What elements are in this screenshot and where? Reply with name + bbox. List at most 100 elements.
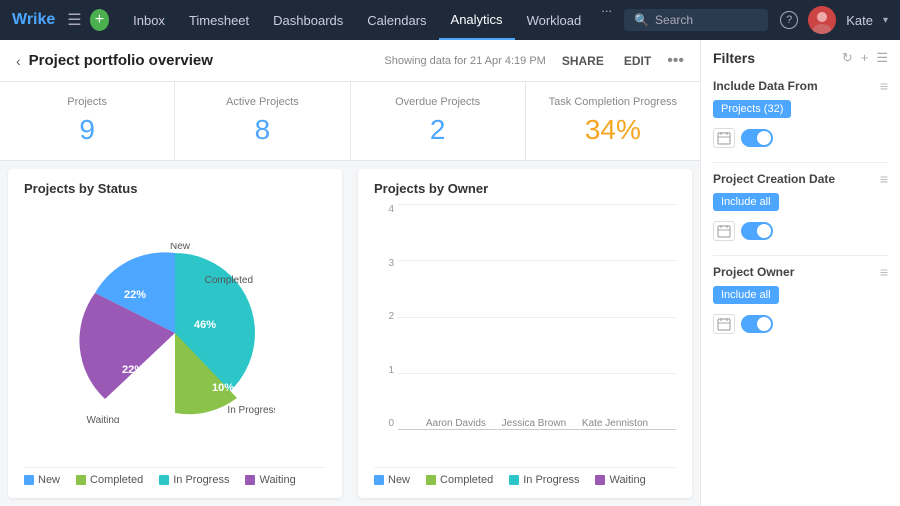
bar-chart-area: 4 3 2 1 0 [374,204,676,461]
filter-creation-tag[interactable]: Include all [713,193,779,211]
filter-creation-toggle[interactable] [741,222,773,240]
y-label-1: 1 [388,365,394,376]
username-label[interactable]: Kate [846,13,873,28]
stat-projects-label: Projects [16,96,158,108]
legend-item-waiting: Waiting [245,474,295,486]
nav-timesheet[interactable]: Timesheet [177,0,261,40]
search-placeholder: Search [655,13,693,27]
filter-owner-toggle[interactable] [741,315,773,333]
bar-legend-inprogress: In Progress [509,474,579,486]
filter-include-icon-box[interactable] [713,128,735,148]
page-title: Project portfolio overview [29,52,385,69]
bar-legend-completed: Completed [426,474,493,486]
nav-links: Inbox Timesheet Dashboards Calendars Ana… [121,0,620,40]
nav-dashboards[interactable]: Dashboards [261,0,355,40]
filter-creation-more-icon[interactable]: ≡ [880,171,888,187]
filter-creation-header: Project Creation Date ≡ [713,171,888,187]
pie-chart-title: Projects by Status [24,181,326,196]
filter-include-title: Include Data From [713,79,818,93]
filters-actions: ↻ + ☰ [842,50,888,66]
filter-owner-more-icon[interactable]: ≡ [880,264,888,280]
search-icon: 🔍 [634,13,649,27]
subheader: ‹ Project portfolio overview Showing dat… [0,40,700,82]
svg-text:Waiting: Waiting [87,415,120,423]
bar-legend-dot-completed [426,475,436,485]
legend-dot-waiting [245,475,255,485]
filters-header: Filters ↻ + ☰ [713,50,888,66]
hamburger-icon[interactable]: ☰ [63,6,85,34]
filter-creation-row [713,221,888,241]
filters-add-icon[interactable]: + [861,50,869,66]
legend-dot-new [24,475,34,485]
filter-include-more-icon[interactable]: ≡ [880,78,888,94]
svg-text:22%: 22% [124,289,146,301]
create-button[interactable]: + [90,9,110,31]
filter-include-tag[interactable]: Projects (32) [713,100,791,118]
svg-text:22%: 22% [122,364,144,376]
bar-legend-label-inprogress: In Progress [523,474,579,486]
filter-section-creation-date: Project Creation Date ≡ Include all [713,171,888,241]
bar-legend: New Completed In Progress Waiting [374,467,676,486]
bar-legend-dot-new [374,475,384,485]
stat-active-label: Active Projects [191,96,333,108]
filter-section-include-header: Include Data From ≡ [713,78,888,94]
filter-owner-tag[interactable]: Include all [713,286,779,304]
y-label-0: 0 [388,418,394,429]
pie-chart-panel: Projects by Status 46% 22% [8,169,342,498]
filters-refresh-icon[interactable]: ↻ [842,50,853,66]
filters-title: Filters [713,50,842,66]
pie-chart-svg: 46% 22% 22% 10% New Waiting In Progress … [75,243,275,423]
avatar[interactable] [808,6,836,34]
filter-owner-icon-box[interactable] [713,314,735,334]
bar-group-jessica: Jessica Brown [502,412,566,429]
legend-dot-inprogress [159,475,169,485]
stat-overdue-label: Overdue Projects [367,96,509,108]
nav-inbox[interactable]: Inbox [121,0,177,40]
bar-group-kate: Kate Jenniston [582,412,648,429]
search-box[interactable]: 🔍 Search [624,9,768,31]
charts-area: Projects by Status 46% 22% [0,161,700,506]
filter-section-owner: Project Owner ≡ Include all [713,264,888,334]
svg-text:In Progress: In Progress [227,405,275,416]
bar-chart-title: Projects by Owner [374,181,676,196]
filter-include-toggle[interactable] [741,129,773,147]
y-label-4: 4 [388,204,394,215]
more-options-button[interactable]: ••• [667,52,684,70]
edit-button[interactable]: EDIT [620,52,655,70]
stat-active-value: 8 [191,114,333,146]
filter-divider-1 [713,162,888,163]
stat-completion-label: Task Completion Progress [542,96,684,108]
bar-legend-new: New [374,474,410,486]
calendar-icon [717,131,731,145]
filter-creation-title: Project Creation Date [713,172,835,186]
help-button[interactable]: ? [780,11,798,29]
pie-legend: New Completed In Progress Waiting [24,467,326,486]
bars-area: Aaron Davids Jessica Brown [398,204,676,429]
bar-group-aaron: Aaron Davids [426,412,486,429]
stats-bar: Projects 9 Active Projects 8 Overdue Pro… [0,82,700,161]
legend-label-inprogress: In Progress [173,474,229,486]
bar-label-aaron: Aaron Davids [426,418,486,429]
bar-label-jessica: Jessica Brown [502,418,566,429]
nav-calendars[interactable]: Calendars [355,0,438,40]
share-button[interactable]: SHARE [558,52,608,70]
bar-legend-waiting: Waiting [595,474,645,486]
bar-chart-panel: Projects by Owner 4 3 2 1 0 [358,169,692,498]
y-label-2: 2 [388,311,394,322]
filters-menu-icon[interactable]: ☰ [876,50,888,66]
nav-analytics[interactable]: Analytics [439,0,515,40]
legend-item-new: New [24,474,60,486]
svg-text:New: New [170,243,191,252]
user-dropdown-icon[interactable]: ▾ [883,15,888,26]
svg-text:Completed: Completed [205,275,253,286]
stat-completion-value: 34% [542,114,684,146]
stat-overdue-value: 2 [367,114,509,146]
nav-more-icon[interactable]: ... [593,0,620,40]
stat-projects: Projects 9 [0,82,175,160]
svg-text:10%: 10% [212,382,234,394]
back-button[interactable]: ‹ [16,53,21,69]
stat-projects-value: 9 [16,114,158,146]
filter-divider-2 [713,255,888,256]
nav-workload[interactable]: Workload [515,0,594,40]
filter-creation-icon-box[interactable] [713,221,735,241]
